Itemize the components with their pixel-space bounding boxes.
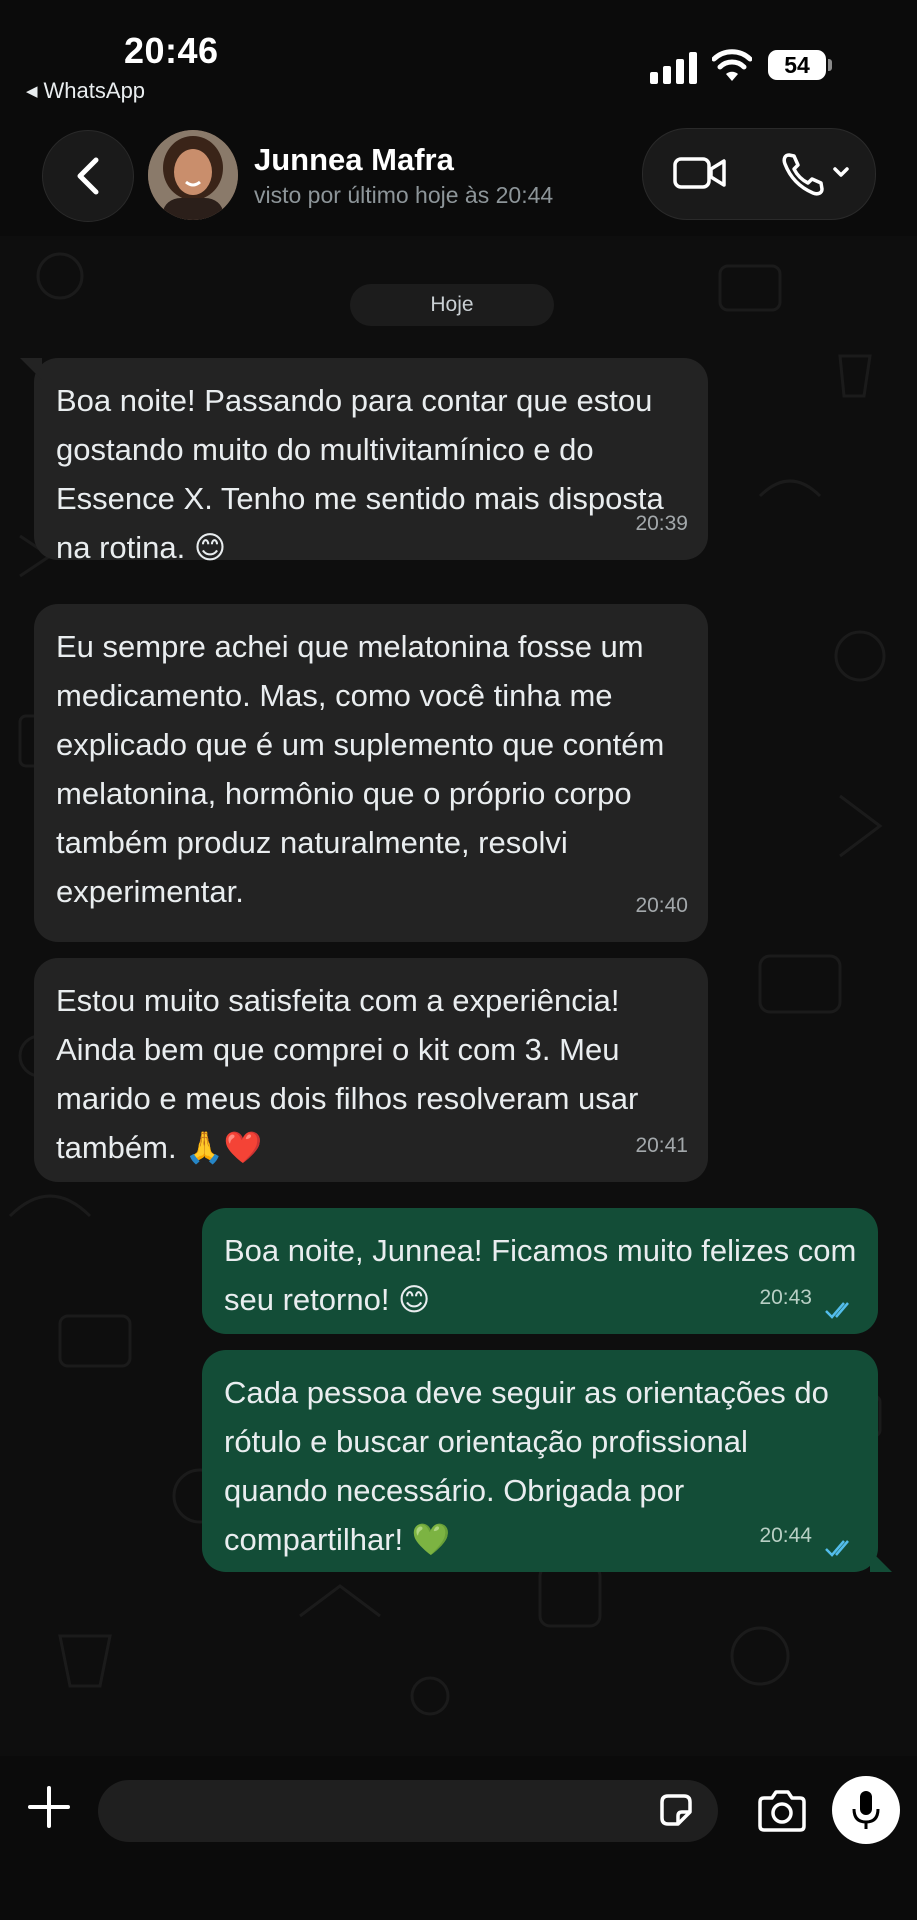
message-bubble-incoming[interactable]: Estou muito satisfeita com a experiência…	[34, 958, 708, 1182]
avatar[interactable]	[148, 130, 238, 220]
voice-call-icon[interactable]	[781, 151, 853, 197]
back-to-app-link[interactable]: ◀ WhatsApp	[26, 78, 145, 104]
bubble-tail	[870, 1550, 892, 1572]
message-time: 20:43	[759, 1286, 812, 1309]
avatar-photo	[148, 130, 238, 220]
message-input[interactable]	[98, 1780, 718, 1842]
chat-area[interactable]: Hoje Boa noite! Passando para contar que…	[0, 236, 917, 1756]
battery-cap	[828, 59, 832, 71]
camera-icon[interactable]	[756, 1788, 808, 1834]
back-chevron-icon	[77, 157, 99, 195]
plus-icon[interactable]	[26, 1784, 72, 1830]
contact-name[interactable]: Junnea Mafra	[254, 142, 454, 178]
call-actions	[642, 128, 876, 220]
battery-indicator: 54	[768, 50, 826, 80]
read-ticks-icon	[825, 1302, 849, 1319]
status-bar: 20:46 ◀ WhatsApp 54	[0, 0, 917, 118]
message-time: 20:39	[635, 512, 688, 535]
composer-bar	[0, 1756, 917, 1920]
signal-icon	[650, 50, 698, 84]
message-time: 20:40	[635, 894, 688, 917]
status-time: 20:46	[124, 30, 219, 71]
message-bubble-incoming[interactable]: Boa noite! Passando para contar que esto…	[20, 358, 708, 565]
video-call-icon[interactable]	[673, 153, 727, 193]
message-bubble-outgoing[interactable]: Cada pessoa deve seguir as orientações d…	[202, 1350, 892, 1572]
message-time: 20:44	[759, 1524, 812, 1547]
date-chip: Hoje	[350, 284, 554, 326]
wifi-icon	[712, 49, 752, 81]
microphone-button[interactable]	[832, 1776, 900, 1844]
message-time: 20:41	[635, 1134, 688, 1157]
bubble-tail	[20, 358, 42, 380]
last-seen-status: visto por último hoje às 20:44	[254, 182, 554, 208]
back-app-label: WhatsApp	[43, 78, 146, 103]
message-bubble-outgoing[interactable]: Boa noite, Junnea! Ficamos muito felizes…	[202, 1208, 878, 1334]
message-bubble-incoming[interactable]: Eu sempre achei que melatonina fosse um …	[34, 604, 708, 942]
message-text: Eu sempre achei que melatonina fosse um …	[56, 629, 665, 909]
microphone-icon	[852, 1791, 880, 1829]
message-text: Boa noite! Passando para contar que esto…	[56, 383, 664, 565]
back-button[interactable]	[42, 130, 134, 222]
message-text: Estou muito satisfeita com a experiência…	[56, 983, 639, 1165]
read-ticks-icon	[825, 1540, 849, 1557]
back-triangle-icon: ◀	[26, 83, 38, 100]
message-text: Cada pessoa deve seguir as orientações d…	[224, 1375, 829, 1557]
sticker-icon[interactable]	[656, 1790, 696, 1830]
chat-header: Junnea Mafra visto por último hoje às 20…	[0, 118, 917, 236]
